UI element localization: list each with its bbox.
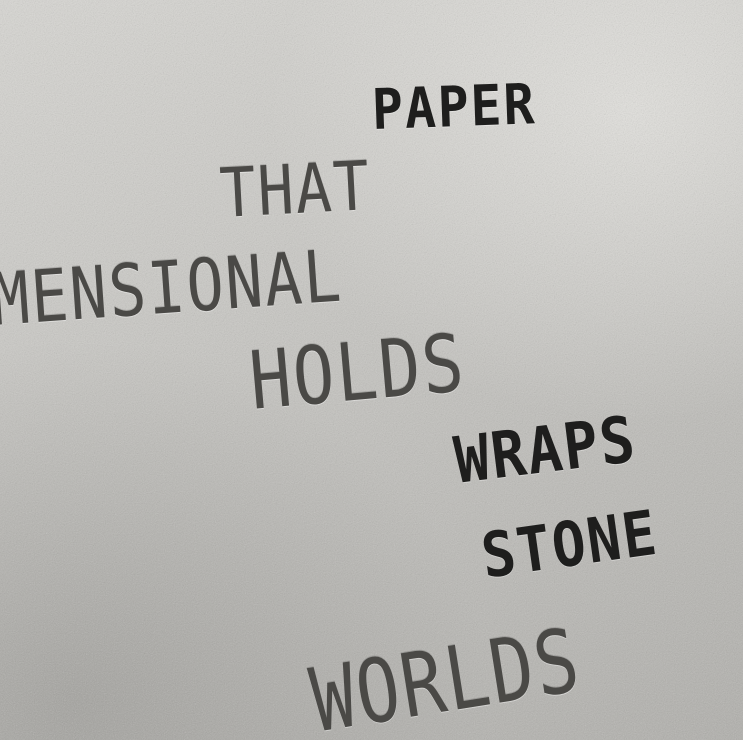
word-mensional: MENSIONAL	[0, 233, 346, 342]
word-paper: PAPER	[370, 72, 538, 143]
word-worlds: WORLDS	[303, 608, 588, 740]
letterpress-paper-photo: PAPER THAT MENSIONAL HOLDS WRAPS STONE W…	[0, 0, 743, 740]
word-stone: STONE	[476, 495, 663, 593]
word-holds: HOLDS	[245, 316, 469, 428]
word-wraps: WRAPS	[450, 403, 641, 499]
word-that: THAT	[217, 147, 374, 234]
